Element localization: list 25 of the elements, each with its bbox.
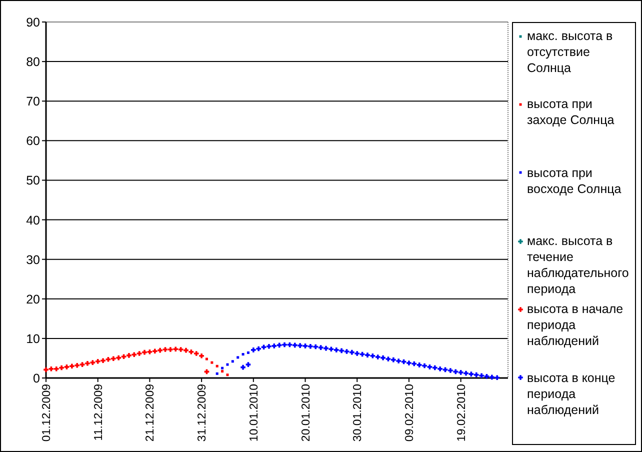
axis-tick-label: 40 <box>26 213 40 228</box>
axis-tick-label: 60 <box>26 134 40 148</box>
axis-tick-label: 19.02.2010 <box>456 384 468 442</box>
axis-tick-label: 20.01.2010 <box>300 384 312 442</box>
axis-tick-label: 31.12.2009 <box>196 384 209 442</box>
axis-tick-label: 0 <box>33 372 40 386</box>
axis-tick-label: 30.01.2010 <box>352 384 364 442</box>
legend-label: макс. высота в отсутствие Солнца <box>527 28 614 76</box>
legend-label: высота в конце периода наблюдений <box>527 370 616 418</box>
legend-label: высота при заходе Солнца <box>527 96 616 128</box>
axis-tick-label: 21.12.2009 <box>144 384 157 442</box>
axis-tick-label: 10 <box>26 332 40 346</box>
axis-tick-label: 90 <box>26 16 40 30</box>
axis-tick-label: 20 <box>26 292 40 306</box>
axis-tick-label: 01.12.2009 <box>41 384 53 442</box>
axis-tick-label: 50 <box>26 174 40 188</box>
legend-label: макс. высота в течение наблюдательного периода <box>527 233 630 297</box>
axis-tick-label: 09.02.2010 <box>404 384 416 442</box>
axis-tick-label: 10.01.2010 <box>248 384 260 442</box>
legend-label: высота в начале периода наблюдений <box>527 301 624 350</box>
legend-label: высота при восходе Солнца <box>527 164 622 197</box>
axis-tick-label: 80 <box>26 55 40 70</box>
axis-tick-label: 30 <box>26 252 40 267</box>
axis-tick-label: 11.12.2009 <box>92 384 105 441</box>
axis-tick-label: 70 <box>26 94 40 109</box>
